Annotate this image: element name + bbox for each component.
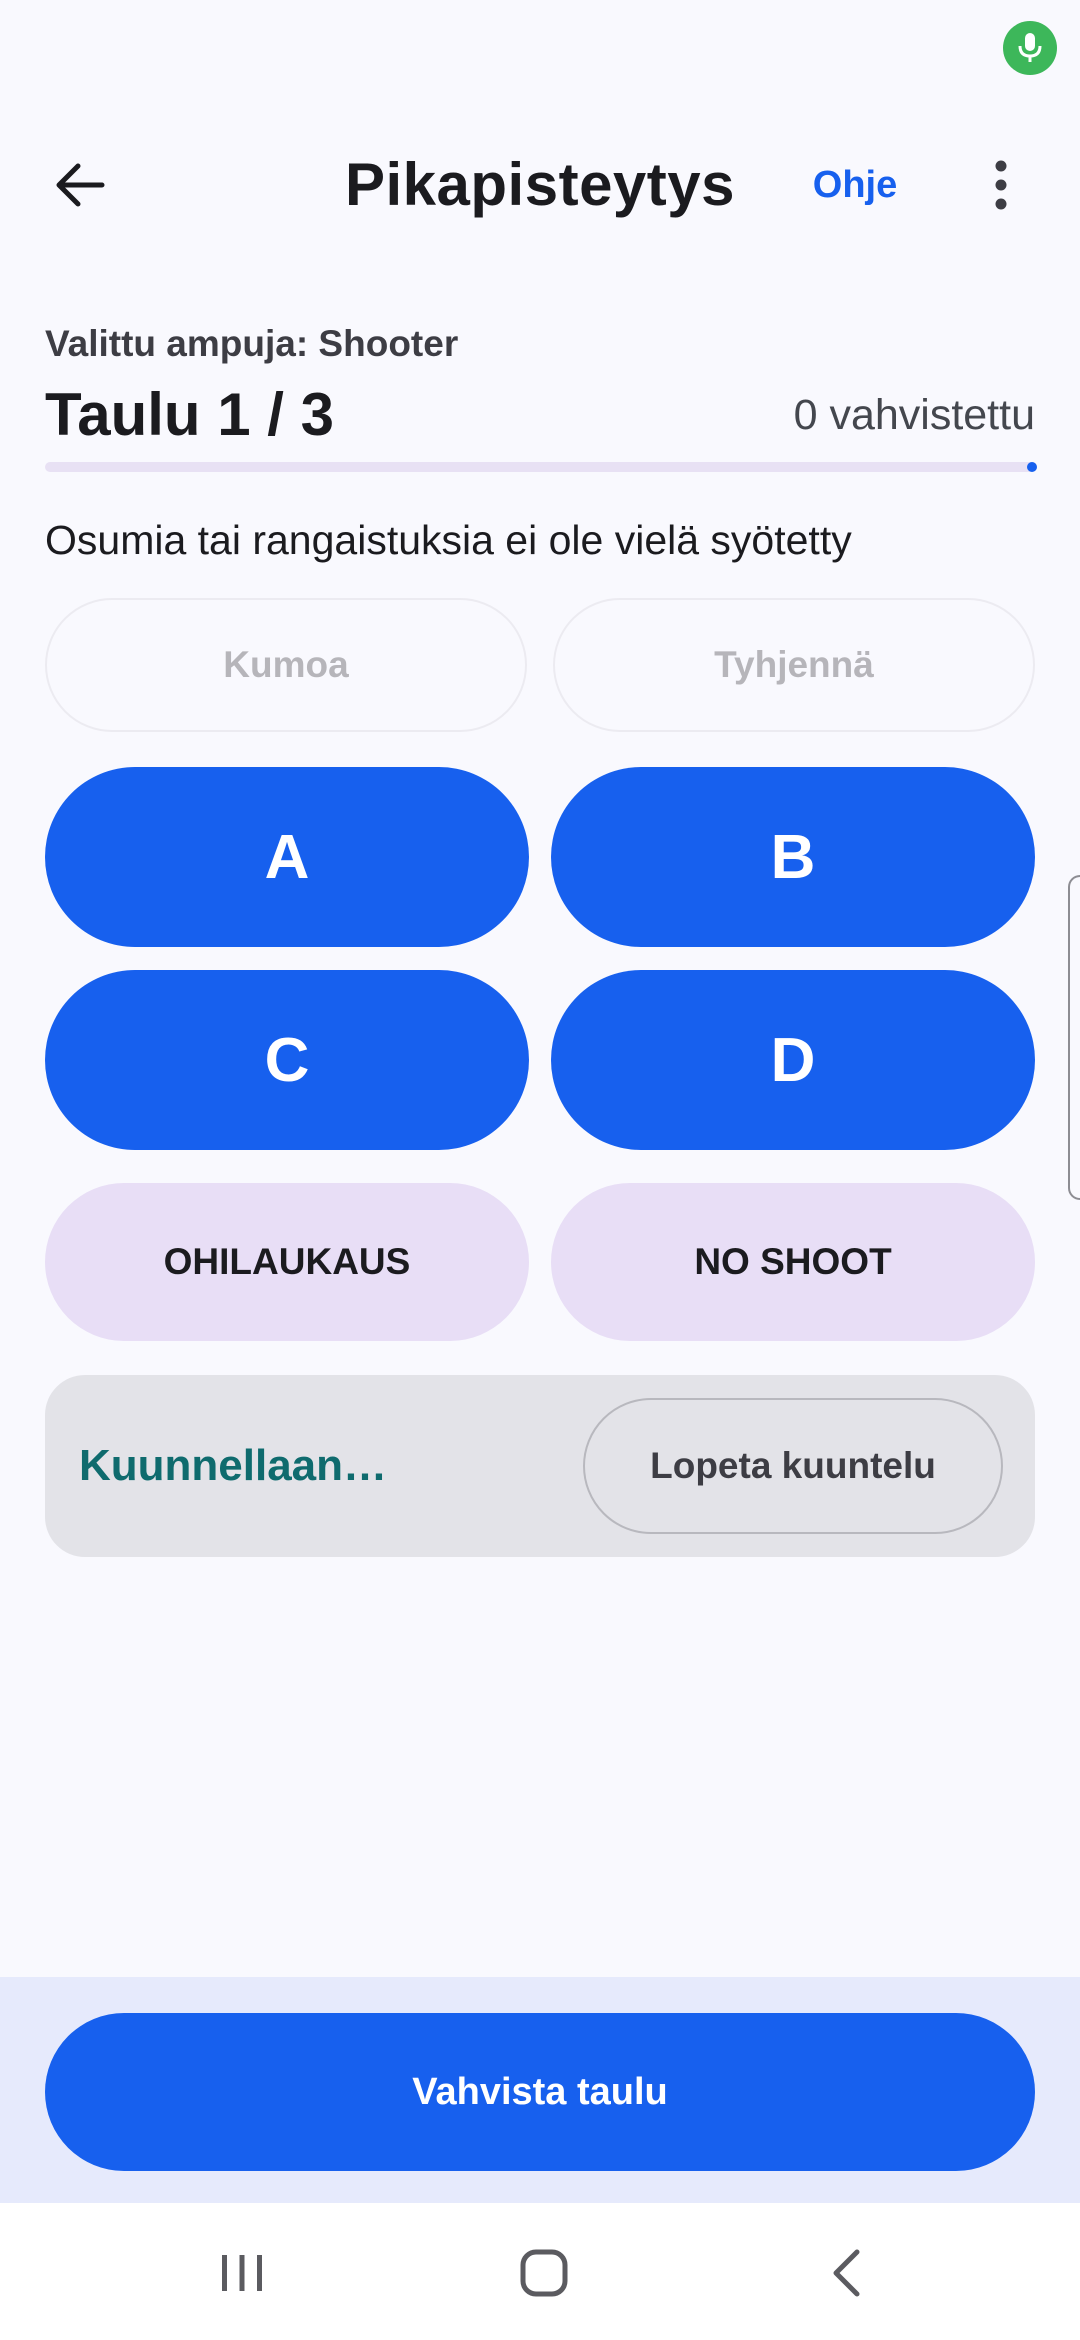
system-navigation-bar <box>0 2203 1080 2340</box>
chevron-left-icon <box>833 2249 860 2297</box>
arrow-left-icon <box>56 163 105 207</box>
help-link[interactable]: Ohje <box>800 155 910 215</box>
zone-d-button[interactable]: D <box>551 970 1035 1150</box>
more-options-button[interactable] <box>968 145 1034 225</box>
bottom-action-bar: Vahvista taulu <box>0 1977 1080 2203</box>
mic-active-indicator <box>1003 21 1057 75</box>
stop-listening-button[interactable]: Lopeta kuuntelu <box>583 1398 1003 1534</box>
app-screen: Pikapisteytys Ohje Valittu ampuja: Shoot… <box>0 0 1080 2340</box>
recents-icon <box>222 2255 262 2291</box>
voice-listening-card: Kuunnellaan… Lopeta kuuntelu <box>45 1375 1035 1557</box>
more-vertical-icon <box>995 160 1007 210</box>
zone-a-button[interactable]: A <box>45 767 529 947</box>
clear-button[interactable]: Tyhjennä <box>553 598 1035 732</box>
page-title: Pikapisteytys <box>344 151 736 218</box>
recents-button[interactable] <box>182 2223 302 2323</box>
target-counter: Taulu 1 / 3 <box>45 381 334 448</box>
confirm-target-button[interactable]: Vahvista taulu <box>45 2013 1035 2171</box>
confirmed-count: 0 vahvistettu <box>793 391 1035 439</box>
home-button[interactable] <box>484 2223 604 2323</box>
listening-status: Kuunnellaan… <box>79 1441 388 1490</box>
selected-shooter-label: Valittu ampuja: Shooter <box>45 323 459 364</box>
edge-panel-handle[interactable] <box>1068 875 1080 1200</box>
home-icon <box>520 2249 568 2297</box>
entry-status-message: Osumia tai rangaistuksia ei ole vielä sy… <box>45 517 852 563</box>
mic-icon <box>1018 33 1042 62</box>
undo-button[interactable]: Kumoa <box>45 598 527 732</box>
nav-back-button[interactable] <box>786 2223 906 2323</box>
target-progress-bar <box>45 462 1037 472</box>
back-button[interactable] <box>40 145 120 225</box>
zone-b-button[interactable]: B <box>551 767 1035 947</box>
progress-end-marker <box>1027 462 1037 472</box>
no-shoot-button[interactable]: NO SHOOT <box>551 1183 1035 1341</box>
miss-button[interactable]: OHILAUKAUS <box>45 1183 529 1341</box>
zone-c-button[interactable]: C <box>45 970 529 1150</box>
